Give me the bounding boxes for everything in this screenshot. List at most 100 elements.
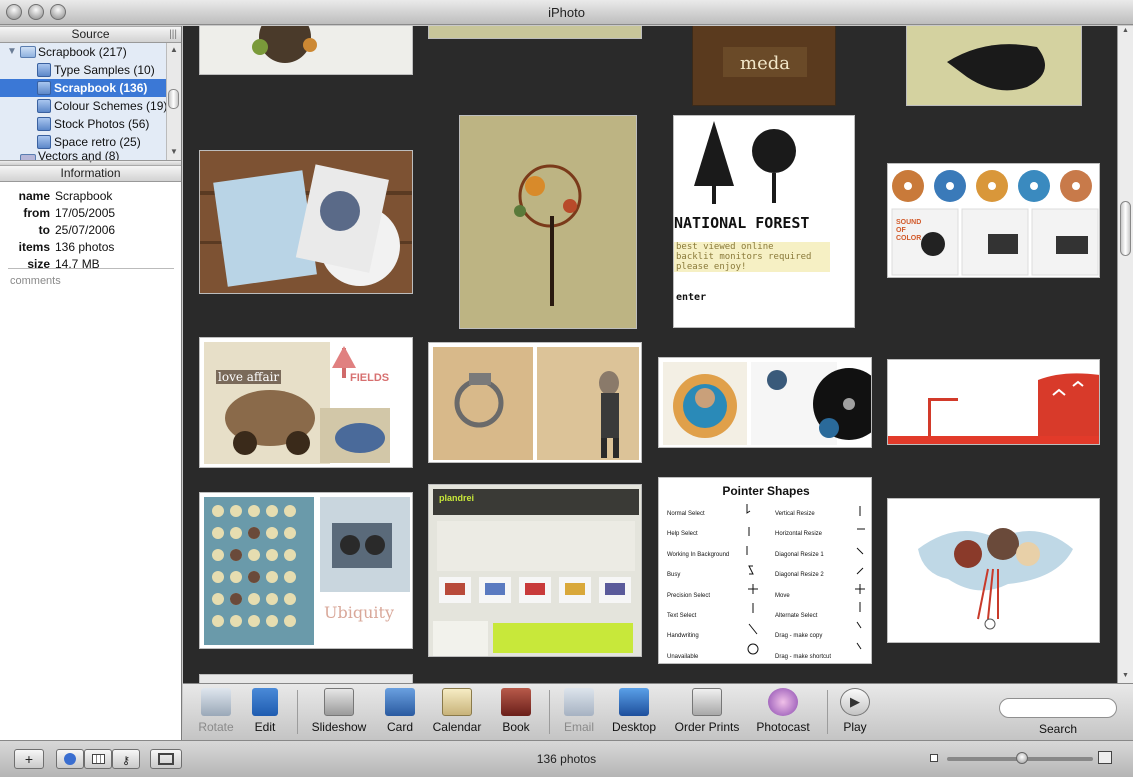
email-icon <box>564 688 594 716</box>
scroll-up-icon[interactable]: ▲ <box>170 45 178 54</box>
photo-thumbnail[interactable] <box>906 26 1082 106</box>
info-value[interactable]: 17/05/2005 <box>55 206 115 220</box>
source-item-type-samples[interactable]: Type Samples (10) <box>0 61 167 79</box>
photo-thumbnail[interactable]: meda <box>692 26 836 106</box>
info-key: from <box>23 206 50 220</box>
info-row-size: size 14.7 MB <box>0 257 182 273</box>
bottom-bar: + ⚷ 136 photos <box>0 740 1133 777</box>
photo-grid-scroll-thumb[interactable] <box>1120 201 1131 256</box>
source-item-label: Colour Schemes (19) <box>54 99 168 113</box>
source-item-vectors[interactable]: Vectors and (8) <box>0 151 167 160</box>
zoom-slider-knob[interactable] <box>1016 752 1028 764</box>
photo-thumbnail[interactable] <box>428 26 642 39</box>
info-value[interactable]: Scrapbook <box>55 189 112 203</box>
edit-button[interactable]: Edit <box>230 688 300 734</box>
info-key: items <box>18 240 50 254</box>
card-icon <box>385 688 415 716</box>
source-scrollbar[interactable]: ▲ ▼ <box>166 43 181 160</box>
play-button[interactable]: ▶ Play <box>820 688 890 734</box>
order-prints-button[interactable]: Order Prints <box>663 688 751 734</box>
toolbar-separator <box>297 690 298 734</box>
photo-thumbnail[interactable]: NATIONAL FOREST best viewed online backl… <box>673 115 855 328</box>
info-row-name: name Scrapbook <box>0 189 182 205</box>
play-label: Play <box>843 720 867 734</box>
photo-thumbnail[interactable]: plandrei <box>428 484 642 657</box>
scroll-down-icon[interactable]: ▼ <box>170 147 178 156</box>
source-item-label: Space retro (25) <box>54 135 141 149</box>
large-thumbnail-icon <box>1098 751 1112 764</box>
photo-thumbnail[interactable]: SOUND OF COLOR <box>887 163 1100 278</box>
photo-thumbnail[interactable] <box>199 150 413 294</box>
play-icon: ▶ <box>840 688 870 716</box>
info-row-from: from 17/05/2005 <box>0 206 182 222</box>
source-item-label: Scrapbook (136) <box>54 81 148 95</box>
photocast-icon <box>768 688 798 716</box>
calendar-icon <box>442 688 472 716</box>
photo-thumbnail[interactable] <box>887 498 1100 643</box>
nf-line: best viewed online <box>676 242 774 252</box>
info-key: to <box>38 223 50 237</box>
info-divider <box>8 268 174 269</box>
source-scroll-thumb[interactable] <box>168 89 179 109</box>
photo-thumbnail[interactable]: Ubiquity <box>199 492 413 649</box>
photo-thumbnail[interactable] <box>658 357 872 448</box>
national-forest-lines: best viewed online backlit monitors requ… <box>676 242 811 272</box>
photo-thumbnail[interactable] <box>459 115 637 329</box>
panel-grip-icon[interactable]: ||| <box>169 27 177 42</box>
information-header-label: Information <box>60 166 121 180</box>
source-item-label: Vectors and (8) <box>38 151 120 160</box>
nf-line: please enjoy! <box>676 262 747 272</box>
ubiquity-title: Ubiquity <box>324 603 394 622</box>
nf-line: backlit monitors required <box>676 252 812 262</box>
source-item-space-retro[interactable]: Space retro (25) <box>0 133 167 151</box>
photo-thumbnail[interactable] <box>199 674 413 683</box>
edit-label: Edit <box>254 720 276 734</box>
source-header: Source ||| <box>0 26 181 43</box>
book-label: Book <box>502 720 530 734</box>
source-item-scrapbook-album[interactable]: Scrapbook (136) <box>0 79 167 97</box>
info-row-to: to 25/07/2006 <box>0 223 182 239</box>
book-button[interactable]: Book <box>481 688 551 734</box>
photo-thumbnail[interactable] <box>428 342 642 463</box>
info-row-items: items 136 photos <box>0 240 182 256</box>
order-prints-label: Order Prints <box>674 720 740 734</box>
info-value[interactable]: 25/07/2006 <box>55 223 115 237</box>
information-panel: name Scrapbook from 17/05/2005 to 25/07/… <box>0 182 181 742</box>
book-icon <box>501 688 531 716</box>
disclosure-triangle-icon[interactable]: ▼ <box>7 43 17 61</box>
source-list: ▼ Scrapbook (217) Type Samples (10) Scra… <box>0 43 181 160</box>
desktop-label: Desktop <box>611 720 657 734</box>
iphoto-window: iPhoto Source ||| ▼ Scrapbook (217) Type… <box>0 0 1133 777</box>
plandrei-title: plandrei <box>439 493 475 503</box>
slideshow-button[interactable]: Slideshow <box>304 688 374 734</box>
photo-grid-scrollbar[interactable]: ▲ ▼ <box>1117 26 1133 683</box>
sound-of-color-title: SOUND OF COLOR <box>896 219 922 242</box>
order-prints-icon <box>692 688 722 716</box>
comments-field[interactable]: comments <box>10 275 61 287</box>
photo-thumbnail[interactable] <box>887 359 1100 445</box>
information-header: Information <box>0 165 181 182</box>
source-item-label: Stock Photos (56) <box>54 117 150 131</box>
photo-thumbnail[interactable] <box>199 26 413 75</box>
album-icon <box>37 117 51 131</box>
photo-thumbnail[interactable]: Pointer Shapes Normal Select Help Select… <box>658 477 872 664</box>
edit-icon <box>252 688 278 716</box>
info-value: 136 photos <box>55 240 115 254</box>
rotate-icon <box>201 688 231 716</box>
source-item-colour-schemes[interactable]: Colour Schemes (19) <box>0 97 167 115</box>
fields-title: FIELDS <box>350 372 390 384</box>
folder-icon <box>20 154 36 160</box>
scroll-down-icon[interactable]: ▼ <box>1122 672 1129 679</box>
window-title: iPhoto <box>548 5 585 20</box>
photo-grid[interactable]: meda NATIONAL FOREST best viewed online … <box>183 26 1117 683</box>
photo-thumbnail[interactable]: love affair FIELDS <box>199 337 413 468</box>
national-forest-title: NATIONAL FOREST <box>674 214 810 232</box>
search-input[interactable] <box>999 698 1117 718</box>
album-icon <box>37 63 51 77</box>
desktop-button[interactable]: Desktop <box>599 688 669 734</box>
photocast-button[interactable]: Photocast <box>748 688 818 734</box>
folder-icon <box>20 46 36 58</box>
source-item-scrapbook-folder[interactable]: ▼ Scrapbook (217) <box>0 43 167 61</box>
scroll-up-icon[interactable]: ▲ <box>1122 27 1129 34</box>
source-item-stock-photos[interactable]: Stock Photos (56) <box>0 115 167 133</box>
